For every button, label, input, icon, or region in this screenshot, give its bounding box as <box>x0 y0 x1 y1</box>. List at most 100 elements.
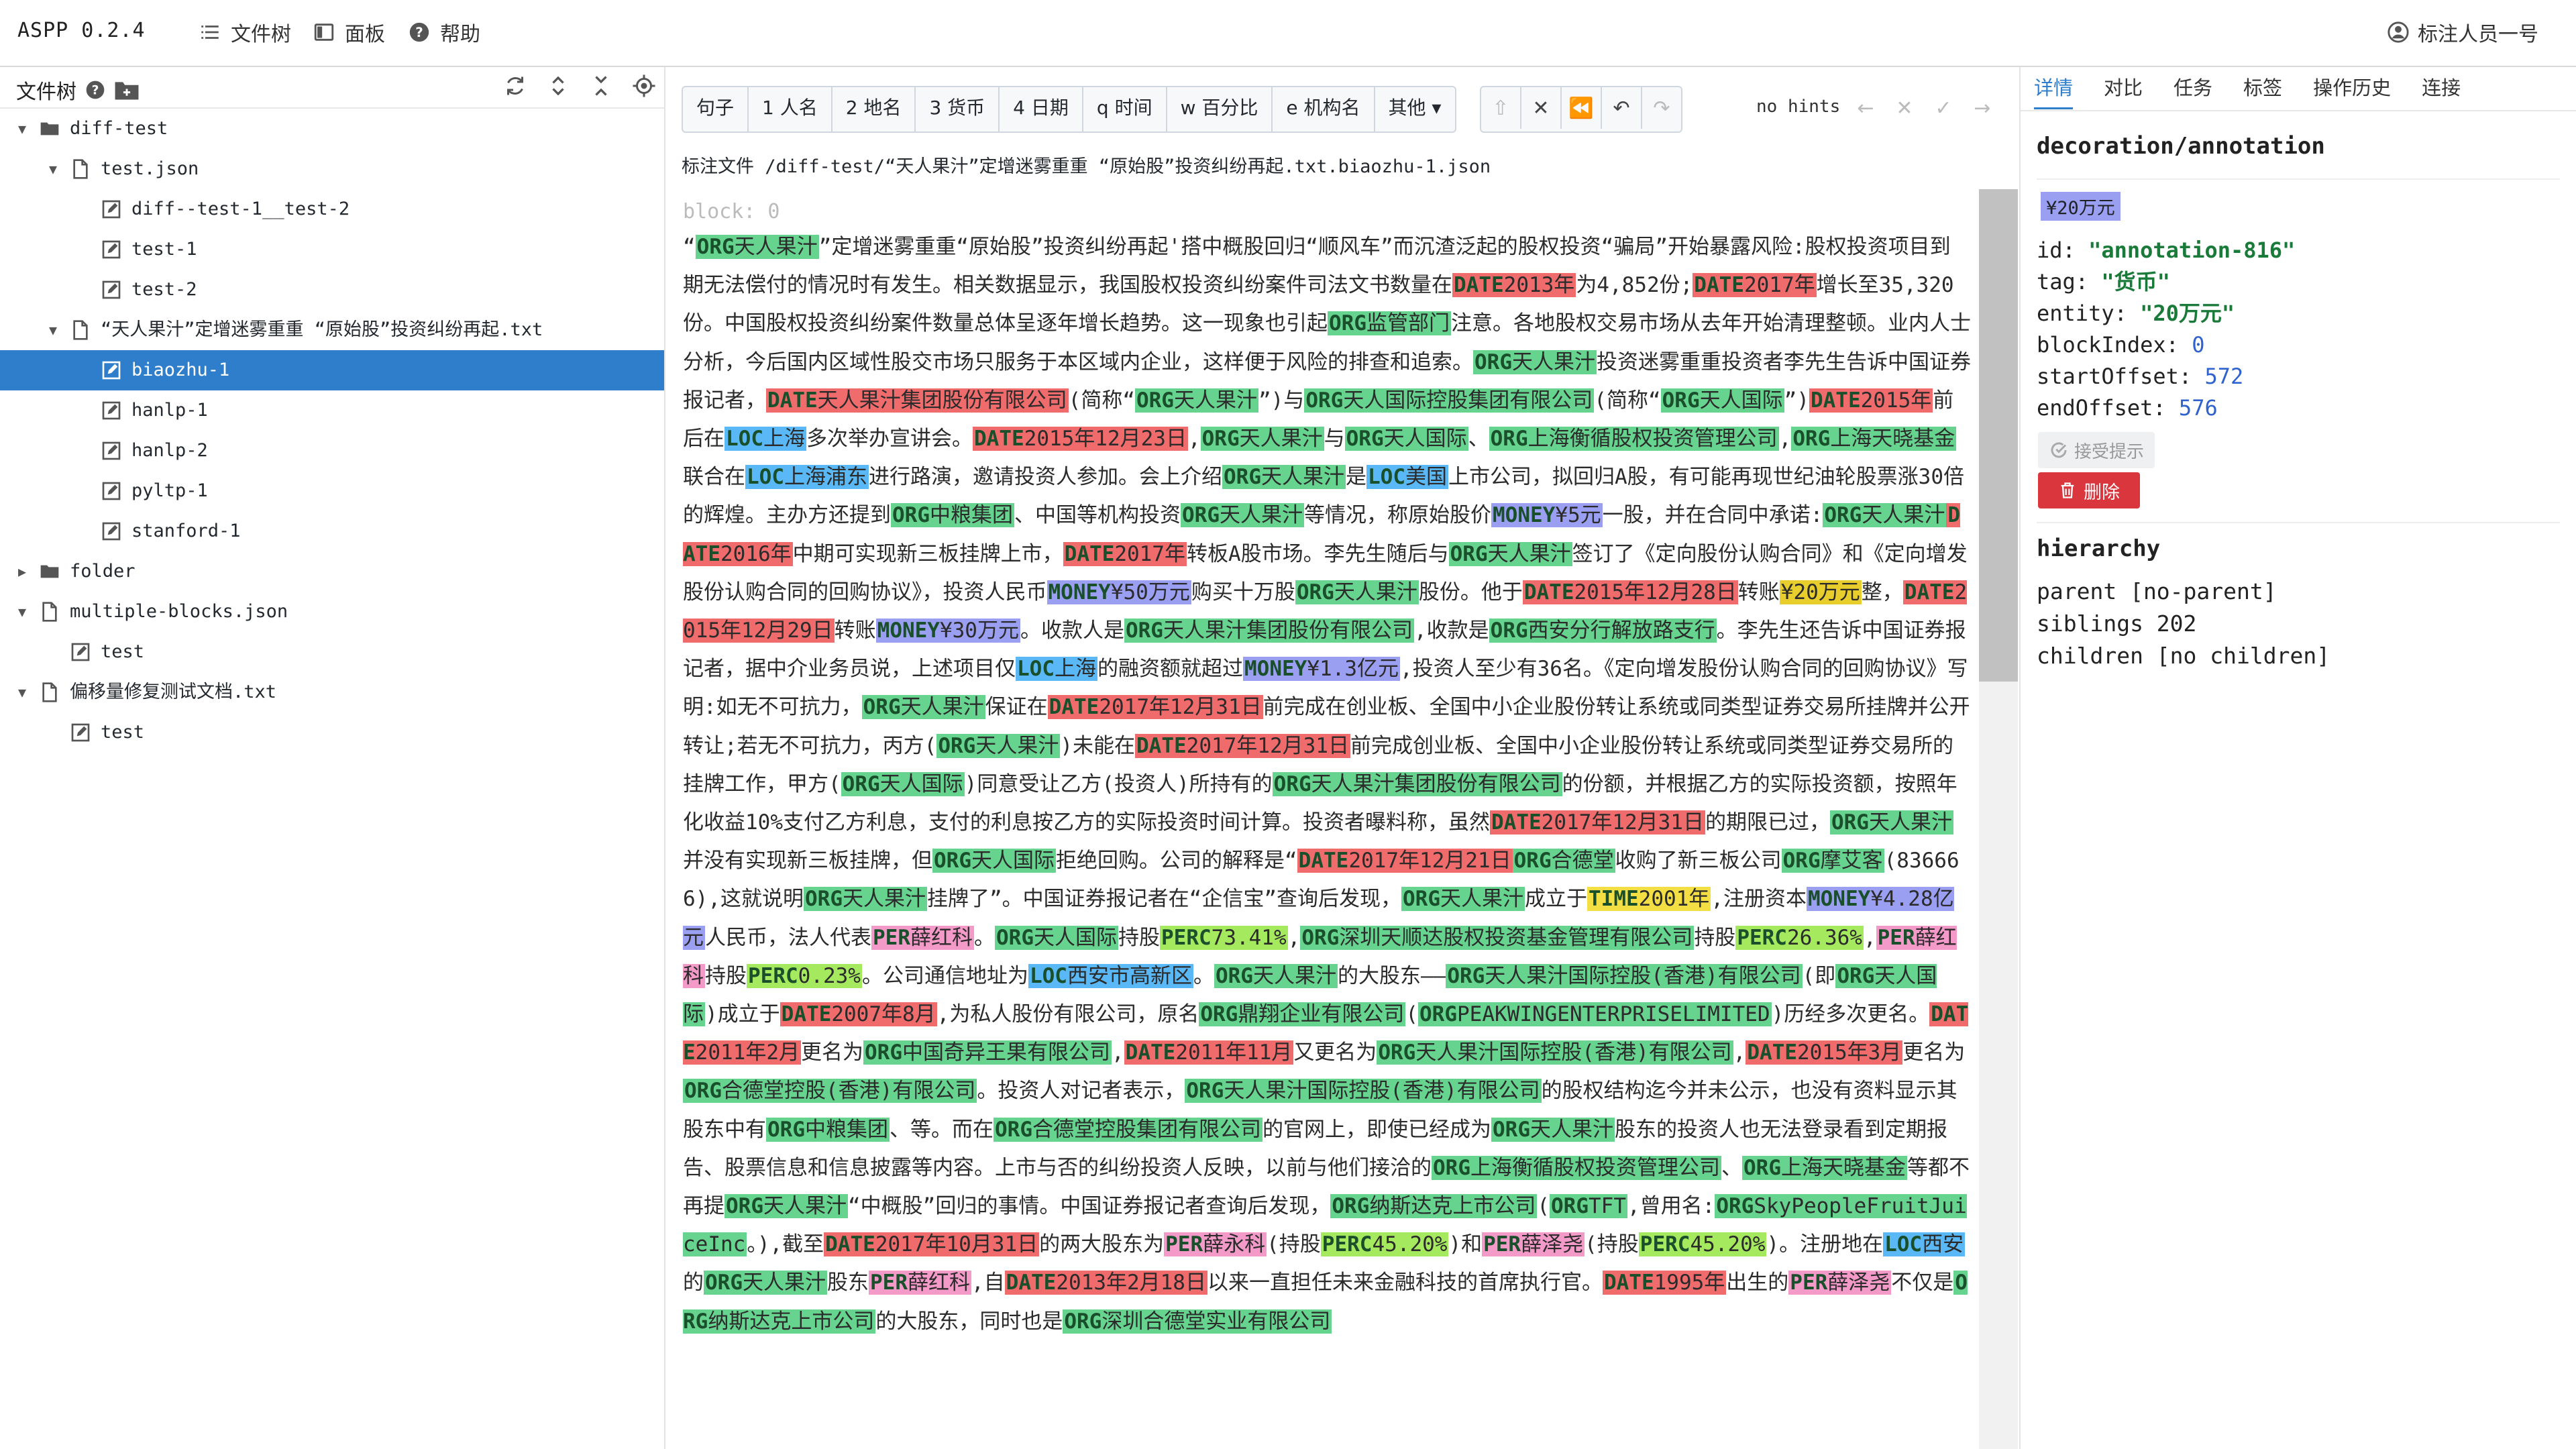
redo-icon[interactable]: ↷ <box>1642 87 1681 129</box>
entity-org[interactable]: ORG中粮集团 <box>891 503 1014 528</box>
entity-org[interactable]: ORG天人果汁国际控股(香港)有限公司 <box>1377 1040 1733 1065</box>
entity-org[interactable]: ORG中国奇异王果有限公司 <box>863 1040 1112 1065</box>
tab-4[interactable]: 操作历史 <box>2313 72 2391 109</box>
entity-perc[interactable]: PERC73.41% <box>1160 925 1288 950</box>
caret-down-icon[interactable]: ▼ <box>43 149 63 189</box>
entity-org[interactable]: ORG天人果汁 <box>1473 350 1597 374</box>
delete-button[interactable]: 删除 <box>2038 472 2140 508</box>
entity-per[interactable]: PER薛红科 <box>869 1271 971 1295</box>
entity-org[interactable]: ORGPEAKWINGENTERPRISELIMITED <box>1418 1002 1772 1027</box>
collapse-all-icon[interactable] <box>589 74 613 98</box>
entity-date[interactable]: DATE2017年 <box>1693 273 1817 298</box>
tree-node-file[interactable]: ▼ test.json <box>0 149 664 189</box>
entity-org[interactable]: ORG天人国际 <box>841 771 965 796</box>
tree-node-annotation[interactable]: test-2 <box>0 270 664 310</box>
entity-org[interactable]: ORG天人果汁国际控股(香港)有限公司 <box>1446 963 1803 988</box>
expand-collapse-icon[interactable] <box>546 74 570 98</box>
tree-node-annotation[interactable]: hanlp-2 <box>0 431 664 471</box>
entity-per[interactable]: PER薛红科 <box>871 925 974 950</box>
entity-loc[interactable]: LOC上海 <box>724 427 806 451</box>
entity-money_sel[interactable]: ¥20万元 <box>1779 580 1862 604</box>
scrollbar-thumb[interactable] <box>1979 189 2018 682</box>
entity-org[interactable]: ORG合德堂控股(香港)有限公司 <box>683 1079 977 1104</box>
entity-org[interactable]: ORG上海衡循股权投资管理公司 <box>1489 427 1779 451</box>
entity-org[interactable]: ORG深圳天顺达股权投资基金管理有限公司 <box>1300 925 1695 950</box>
entity-date[interactable]: DATE2013年2月18日 <box>1004 1271 1208 1295</box>
entity-org[interactable]: ORG上海天晓基金 <box>1791 427 1957 451</box>
entity-org[interactable]: ORG天人果汁集团股份有限公司 <box>1272 771 1562 796</box>
entity-org[interactable]: ORG天人果汁 <box>1295 580 1419 604</box>
entity-org[interactable]: ORG西安分行解放路支行 <box>1489 619 1717 643</box>
entity-org[interactable]: ORGTFT <box>1550 1194 1627 1219</box>
entity-org[interactable]: ORG天人果汁国际控股(香港)有限公司 <box>1185 1079 1542 1104</box>
entity-org[interactable]: ORG天人果汁集团股份有限公司 <box>1124 619 1414 643</box>
entity-date[interactable]: DATE2017年10月31日 <box>824 1232 1040 1257</box>
tag-button[interactable]: 其他 ▾ <box>1375 87 1455 131</box>
annotation-editor[interactable]: block: 0 “ORG天人果汁”定增迷雾重重“原始股”投资纠纷再起'搭中概股… <box>674 189 1975 1449</box>
entity-date[interactable]: DATE2017年12月31日 <box>1490 810 1705 835</box>
tab-5[interactable]: 连接 <box>2422 72 2461 109</box>
tab-3[interactable]: 标签 <box>2243 72 2282 109</box>
tree-node-file[interactable]: ▼ 偏移量修复测试文档.txt <box>0 672 664 712</box>
entity-perc[interactable]: PERC26.36% <box>1735 925 1864 950</box>
entity-money[interactable]: MONEY¥50万元 <box>1046 580 1191 604</box>
entity-org[interactable]: ORG深圳合德堂实业有限公司 <box>1063 1309 1332 1334</box>
tree-node-annotation[interactable]: test-1 <box>0 229 664 270</box>
caret-down-icon[interactable]: ▼ <box>12 109 32 149</box>
entity-time[interactable]: TIME2001年 <box>1587 887 1711 912</box>
tree-node-annotation[interactable]: hanlp-1 <box>0 390 664 431</box>
tag-button[interactable]: 2 地名 <box>833 87 916 131</box>
entity-per[interactable]: PER薛泽尧 <box>1788 1271 1892 1295</box>
help-icon[interactable]: ? <box>85 79 106 101</box>
entity-org[interactable]: ORG天人国际 <box>1660 388 1784 413</box>
entity-org[interactable]: ORG天人果汁 <box>861 695 985 720</box>
entity-date[interactable]: DATE2013年 <box>1452 273 1576 298</box>
entity-loc[interactable]: LOC美国 <box>1366 465 1448 490</box>
caret-down-icon[interactable]: ▼ <box>12 672 32 712</box>
editor-scrollbar[interactable] <box>1979 189 2018 1449</box>
locate-icon[interactable] <box>632 74 656 98</box>
entity-org[interactable]: ORG合德堂控股集团有限公司 <box>994 1117 1263 1142</box>
entity-org[interactable]: ORG天人果汁 <box>1200 427 1324 451</box>
undo-icon[interactable]: ↶ <box>1602 87 1642 129</box>
entity-org[interactable]: ORG监管部门 <box>1328 311 1451 336</box>
tree-node-folder[interactable]: ▼ diff-test <box>0 109 664 149</box>
entity-date[interactable]: DATE2015年12月23日 <box>973 427 1188 451</box>
entity-org[interactable]: ORG天人果汁 <box>1181 503 1304 528</box>
entity-org[interactable]: ORG天人果汁 <box>1829 810 1953 835</box>
entity-org[interactable]: ORG天人果汁 <box>1134 388 1258 413</box>
entity-org[interactable]: ORG纳斯达克上市公司 <box>1330 1194 1538 1219</box>
prev-hint-icon[interactable]: ← <box>1846 86 1885 130</box>
entity-date[interactable]: DATE1995年 <box>1602 1271 1727 1295</box>
entity-org[interactable]: ORG天人果汁 <box>1222 465 1346 490</box>
accept-hint-button[interactable]: 接受提示 <box>2038 432 2155 468</box>
entity-org[interactable]: ORG天人果汁 <box>804 887 927 912</box>
entity-loc[interactable]: LOC西安市高新区 <box>1028 963 1193 988</box>
next-hint-icon[interactable]: → <box>1963 86 2002 130</box>
tag-button[interactable]: 1 人名 <box>749 87 833 131</box>
entity-per[interactable]: PER薛泽尧 <box>1482 1232 1585 1257</box>
entity-date[interactable]: DATE2015年 <box>1809 388 1933 413</box>
entity-org[interactable]: ORG天人果汁 <box>1448 541 1572 566</box>
entity-org[interactable]: ORG合德堂 <box>1512 849 1615 873</box>
rewind-icon[interactable]: ⏪ <box>1562 87 1602 129</box>
entity-date[interactable]: DATE2017年12月21日 <box>1297 849 1513 873</box>
reject-hint-icon[interactable]: ✕ <box>1885 86 1924 130</box>
caret-down-icon[interactable]: ▼ <box>43 310 63 350</box>
tree-node-file[interactable]: ▼ “天人果汁”定增迷雾重重 “原始股”投资纠纷再起.txt <box>0 310 664 350</box>
entity-loc[interactable]: LOC西安 <box>1883 1232 1966 1257</box>
tab-0[interactable]: 详情 <box>2034 72 2074 109</box>
entity-date[interactable]: DATE2017年12月31日 <box>1047 695 1263 720</box>
entity-perc[interactable]: PERC45.20% <box>1638 1232 1767 1257</box>
entity-org[interactable]: ORG天人国际控股集团有限公司 <box>1304 388 1595 413</box>
entity-org[interactable]: ORG天人果汁 <box>1401 887 1525 912</box>
tree-node-annotation[interactable]: biaozhu-1 <box>0 350 664 390</box>
entity-org[interactable]: ORG天人国际 <box>995 925 1118 950</box>
entity-org[interactable]: ORG天人果汁 <box>1823 503 1947 528</box>
tag-button[interactable]: 3 货币 <box>916 87 1000 131</box>
tag-button[interactable]: q 时间 <box>1083 87 1167 131</box>
entity-perc[interactable]: PERC0.23% <box>747 963 862 988</box>
tag-button[interactable]: 句子 <box>683 87 749 131</box>
caret-down-icon[interactable]: ▼ <box>12 592 32 632</box>
entity-org[interactable]: ORG上海天晓基金 <box>1742 1155 1907 1180</box>
